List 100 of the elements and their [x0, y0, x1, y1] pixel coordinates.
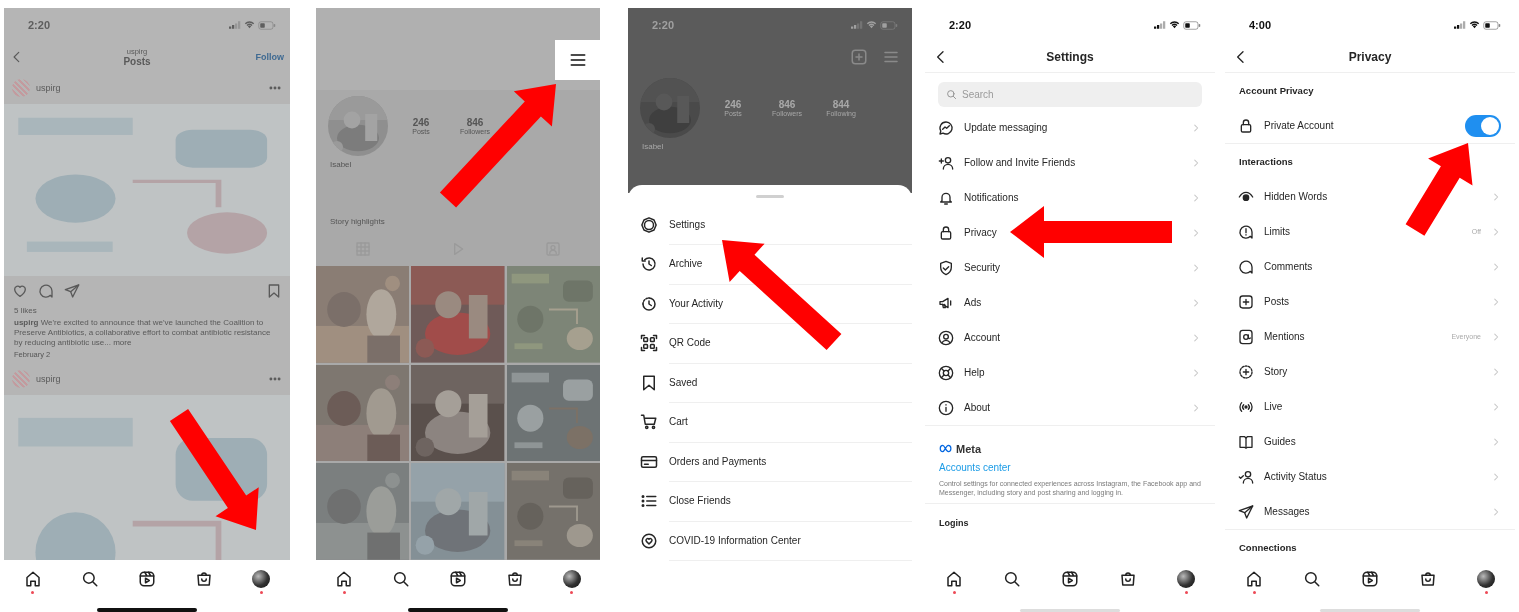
add-person-icon: [938, 154, 954, 171]
chevron-icon: [1491, 401, 1501, 412]
shopping-bag-icon[interactable]: [195, 570, 214, 588]
option-row[interactable]: Help: [925, 355, 1215, 390]
story-plus-icon: [1238, 363, 1254, 380]
chevron-icon: [1191, 367, 1201, 378]
reels-icon[interactable]: [1061, 570, 1079, 588]
shopping-bag-icon[interactable]: [1419, 570, 1437, 588]
battery-icon: [1183, 20, 1201, 30]
option-row[interactable]: Update messaging: [925, 110, 1215, 145]
option-row[interactable]: Security: [925, 250, 1215, 285]
notification-dot: [1252, 591, 1256, 594]
notification-dot: [1484, 591, 1488, 594]
battery-icon: [880, 20, 898, 30]
option-row[interactable]: Privacy: [925, 215, 1215, 250]
section-header: Interactions: [1238, 155, 1294, 169]
menu-item[interactable]: Cart: [628, 402, 912, 442]
send-icon: [1238, 503, 1254, 520]
chevron-icon: [1191, 297, 1201, 308]
post-author[interactable]: uspirg: [36, 83, 61, 93]
shopping-bag-icon[interactable]: [1119, 570, 1137, 588]
toggle-switch[interactable]: [1465, 114, 1501, 137]
section-header: Connections: [1238, 541, 1298, 555]
stat-value: 844: [832, 99, 850, 110]
reels-icon[interactable]: [449, 570, 467, 588]
menu-item[interactable]: Close Friends: [628, 481, 912, 521]
option-row[interactable]: Hidden Words: [1225, 179, 1515, 214]
notification-dot: [952, 591, 956, 594]
notification-dot: [31, 591, 35, 594]
search-icon[interactable]: [80, 570, 99, 588]
comment-icon[interactable]: [38, 283, 54, 299]
person-check-icon: [1238, 468, 1254, 485]
option-row[interactable]: Story: [1225, 354, 1515, 389]
menu-item[interactable]: Orders and Payments: [628, 442, 912, 482]
option-row[interactable]: Live: [1225, 389, 1515, 424]
chevron-icon: [1191, 192, 1201, 203]
search-field[interactable]: Search: [938, 82, 1202, 107]
reels-icon[interactable]: [137, 570, 156, 588]
menu-item[interactable]: Saved: [628, 363, 912, 403]
battery-icon: [258, 20, 276, 30]
profile-avatar-icon[interactable]: [252, 570, 271, 588]
notification-dot: [570, 591, 574, 594]
status-time: 4:00: [1249, 19, 1272, 31]
menu-button[interactable]: [555, 40, 600, 80]
profile-avatar-icon[interactable]: [1477, 570, 1495, 588]
chat-bubble-icon: [938, 119, 954, 136]
option-row[interactable]: Comments: [1225, 249, 1515, 284]
chevron-icon: [1491, 331, 1501, 342]
home-icon[interactable]: [945, 570, 963, 588]
option-row[interactable]: Guides: [1225, 424, 1515, 459]
post-author[interactable]: uspirg: [36, 374, 61, 384]
wifi-icon: [1169, 21, 1180, 29]
profile-avatar-icon[interactable]: [562, 570, 581, 588]
home-icon[interactable]: [335, 570, 354, 588]
page-title: Settings: [1046, 50, 1094, 64]
notification-dot: [1184, 591, 1188, 594]
bookmark-icon: [640, 373, 658, 392]
option-row[interactable]: Posts: [1225, 284, 1515, 319]
chevron-icon: [1491, 506, 1501, 517]
notification-dot: [342, 591, 346, 594]
home-icon[interactable]: [23, 570, 42, 588]
option-row[interactable]: Account: [925, 320, 1215, 355]
home-icon[interactable]: [1245, 570, 1263, 588]
profile-name: Isabel: [329, 159, 353, 171]
reels-icon[interactable]: [1361, 570, 1379, 588]
more-link[interactable]: more: [113, 338, 132, 347]
search-icon[interactable]: [1003, 570, 1021, 588]
search-icon[interactable]: [1303, 570, 1321, 588]
likes-count: 5 likes: [13, 306, 38, 315]
lifebuoy-icon: [938, 364, 954, 381]
settings-icon: [640, 215, 658, 234]
option-row[interactable]: About: [925, 390, 1215, 425]
option-row[interactable]: Activity Status: [1225, 459, 1515, 494]
lock-icon: [1238, 117, 1254, 134]
bookmark-icon[interactable]: [266, 283, 282, 299]
option-row[interactable]: Follow and Invite Friends: [925, 145, 1215, 180]
chevron-icon: [1491, 296, 1501, 307]
menu-item[interactable]: COVID-19 Information Center: [628, 521, 912, 561]
shopping-bag-icon[interactable]: [505, 570, 524, 588]
option-row[interactable]: Notifications: [925, 180, 1215, 215]
signal-icon: [1154, 21, 1166, 29]
option-row[interactable]: Ads: [925, 285, 1215, 320]
sheet-handle[interactable]: [756, 195, 784, 198]
clock-icon: [640, 294, 658, 313]
profile-avatar-icon[interactable]: [1177, 570, 1195, 588]
send-icon[interactable]: [64, 283, 80, 299]
stat-value: 246: [412, 117, 430, 128]
chevron-icon: [1191, 122, 1201, 133]
chevron-icon: [1491, 436, 1501, 447]
avatar-icon: [12, 79, 30, 97]
heart-icon[interactable]: [12, 283, 28, 299]
wifi-icon: [1469, 21, 1480, 29]
shield-icon: [938, 259, 954, 276]
search-icon[interactable]: [392, 570, 411, 588]
chevron-icon: [1191, 402, 1201, 413]
signal-icon: [1454, 21, 1466, 29]
option-row[interactable]: Messages: [1225, 494, 1515, 529]
signal-icon: [851, 21, 863, 29]
chevron-icon: [1191, 332, 1201, 343]
alert-bubble-icon: [1238, 223, 1254, 240]
